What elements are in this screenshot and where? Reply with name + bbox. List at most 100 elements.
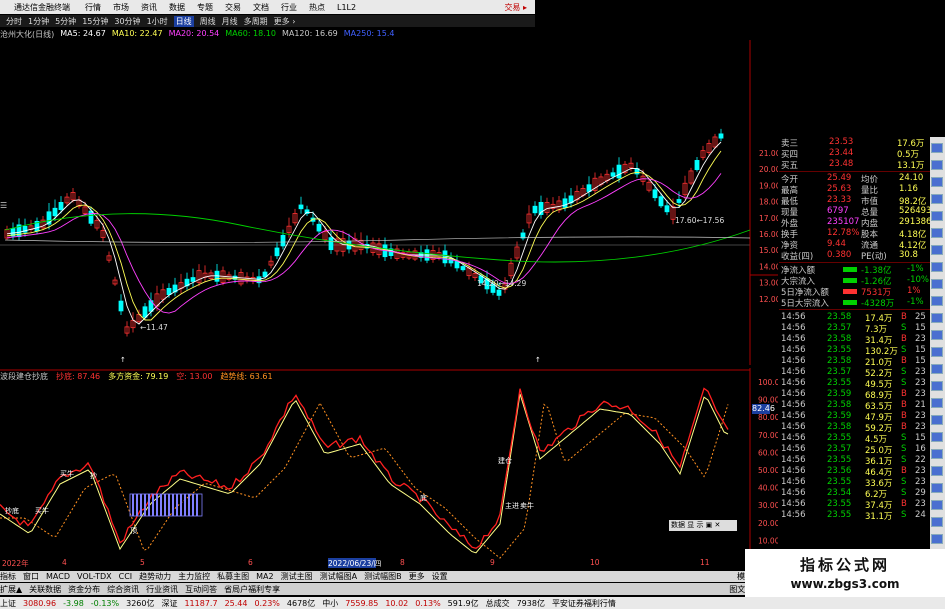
side-tool-icon[interactable] (931, 228, 943, 238)
tick-side: B (901, 411, 907, 421)
period-tab[interactable]: 5分钟 (55, 16, 76, 27)
indicator-tab[interactable]: 私募主图 (217, 571, 249, 582)
menu-item[interactable]: 数据 (169, 2, 185, 13)
side-tool-icon[interactable] (931, 415, 943, 425)
tick-count: 23 (915, 499, 926, 509)
indicator-tab[interactable]: CCI (119, 572, 133, 581)
period-tab[interactable]: 多周期 (244, 16, 268, 27)
candlestick-chart[interactable]: 21.00 20.00 19.00 18.00 17.00 16.00 15.00 14.00… (0, 40, 778, 365)
stock-name: 沧州大化(日线) (0, 30, 55, 39)
tick-count: 23 (915, 334, 926, 344)
tick-count: 23 (915, 367, 926, 377)
stat-row: 最低 23.33 市值 98.2亿 (779, 195, 930, 207)
info-tab[interactable]: 省局户福利专享 (224, 584, 280, 595)
period-tab[interactable]: 1分钟 (28, 16, 49, 27)
signal-label: 主进 (505, 501, 519, 510)
tick-time: 14:56 (781, 389, 806, 399)
menu-item[interactable]: 交易 (225, 2, 241, 13)
indicator-tab[interactable]: VOL-TDX (77, 572, 112, 581)
menu-item[interactable]: 文档 (253, 2, 269, 13)
tick-time: 14:56 (781, 356, 806, 366)
tick-row: 14:56 23.56 46.4万 B 23 (779, 466, 930, 478)
info-tab[interactable]: 扩展▲ (0, 584, 22, 595)
period-tab[interactable]: 月线 (222, 16, 238, 27)
indicator-tab[interactable]: 更多 (409, 571, 425, 582)
index-status-value: 591.9亿 (447, 598, 479, 608)
indicator-tab[interactable]: 测试主图 (281, 571, 313, 582)
side-tool-icon[interactable] (931, 432, 943, 442)
info-tabs: 扩展▲关联数据资金分布综合资讯行业资讯互动问答省局户福利专享图文F10 (0, 583, 760, 595)
info-tab[interactable]: 互动问答 (185, 584, 217, 595)
side-tool-icon[interactable] (931, 177, 943, 187)
period-tab[interactable]: 周线 (200, 16, 216, 27)
indicator-tab[interactable]: 主力监控 (178, 571, 210, 582)
price-tick: 15.00 (759, 246, 778, 255)
indicator-tab[interactable]: 测试幅图B (364, 571, 402, 582)
date-tick: 4 (62, 558, 67, 567)
side-tool-icon[interactable] (931, 194, 943, 204)
info-tab[interactable]: 综合资讯 (107, 584, 139, 595)
period-tab[interactable]: 更多 › (274, 16, 296, 27)
menu-item[interactable]: 行业 (281, 2, 297, 13)
side-tool-icon[interactable] (931, 296, 943, 306)
side-tool-icon[interactable] (931, 364, 943, 374)
menu-item[interactable]: L1L2 (337, 3, 356, 12)
period-tab[interactable]: 日线 (173, 15, 194, 27)
tick-count: 22 (915, 455, 926, 465)
indicator-tick: 40.00 (758, 484, 778, 493)
candle-body (166, 287, 172, 296)
indicator-tab[interactable]: MA2 (256, 572, 273, 581)
mini-data-panel[interactable]: 数据 显 示 ▣ ✕ (669, 520, 737, 531)
side-tool-icon[interactable] (931, 398, 943, 408)
side-tool-icon[interactable] (931, 160, 943, 170)
candle-body (52, 207, 58, 217)
side-tool-icon[interactable] (931, 313, 943, 323)
side-tool-icon[interactable] (931, 143, 943, 153)
indicator-chart[interactable]: 100.090.0080.0070.0060.0050.0040.0030.00… (0, 368, 778, 570)
price-tick: 19.00 (759, 181, 778, 190)
side-tool-icon[interactable] (931, 279, 943, 289)
trade-menu[interactable]: 交易 ▸ (504, 2, 527, 13)
menu-item[interactable]: 行情 (85, 2, 101, 13)
info-tab[interactable]: 行业资讯 (146, 584, 178, 595)
chart-menu-icon[interactable]: ☰ (0, 201, 20, 213)
side-tool-icon[interactable] (931, 262, 943, 272)
app-window: 通达信金融终端 行情 市场 资讯 数据 专题 交易 文档 行业 热点 L1L2 交易 ▸ 分时 1分钟… (0, 0, 945, 609)
stat-row: 换手 12.78% 股本 4.18亿 (779, 228, 930, 240)
tick-time: 14:56 (781, 400, 806, 410)
buy-zone-bar (140, 494, 142, 516)
period-tab[interactable]: 1小时 (147, 16, 168, 27)
candle-body (562, 198, 568, 208)
period-tab[interactable]: 30分钟 (114, 16, 140, 27)
menu-item[interactable]: 热点 (309, 2, 325, 13)
tick-side: B (901, 422, 907, 432)
indicator-tab[interactable]: 趋势动力 (139, 571, 171, 582)
side-tool-icon[interactable] (931, 330, 943, 340)
menu-item[interactable]: 市场 (113, 2, 129, 13)
menu-item[interactable]: 资讯 (141, 2, 157, 13)
indicator-tick: 20.00 (758, 519, 778, 528)
tick-count: 23 (915, 477, 926, 487)
indicator-tab[interactable]: 测试幅图A (320, 571, 357, 582)
tick-row: 14:56 23.59 47.9万 B 23 (779, 411, 930, 423)
indicator-tab[interactable]: 指标 (0, 571, 16, 582)
side-tool-icon[interactable] (931, 534, 943, 544)
side-tool-icon[interactable] (931, 466, 943, 476)
side-tool-icon[interactable] (931, 517, 943, 527)
period-tab[interactable]: 15分钟 (82, 16, 108, 27)
side-tool-icon[interactable] (931, 347, 943, 357)
period-tab[interactable]: 分时 (6, 16, 22, 27)
info-tab[interactable]: 关联数据 (29, 584, 61, 595)
indicator-tab[interactable]: MACD (46, 572, 70, 581)
info-tab[interactable]: 资金分布 (68, 584, 100, 595)
side-tool-icon[interactable] (931, 381, 943, 391)
ma-value: MA10: 22.47 (111, 29, 163, 38)
indicator-tab[interactable]: 窗口 (23, 571, 39, 582)
side-tool-icon[interactable] (931, 245, 943, 255)
menu-item[interactable]: 专题 (197, 2, 213, 13)
indicator-tab[interactable]: 设置 (432, 571, 448, 582)
side-tool-icon[interactable] (931, 500, 943, 510)
side-tool-icon[interactable] (931, 449, 943, 459)
side-tool-icon[interactable] (931, 483, 943, 493)
side-tool-icon[interactable] (931, 211, 943, 221)
